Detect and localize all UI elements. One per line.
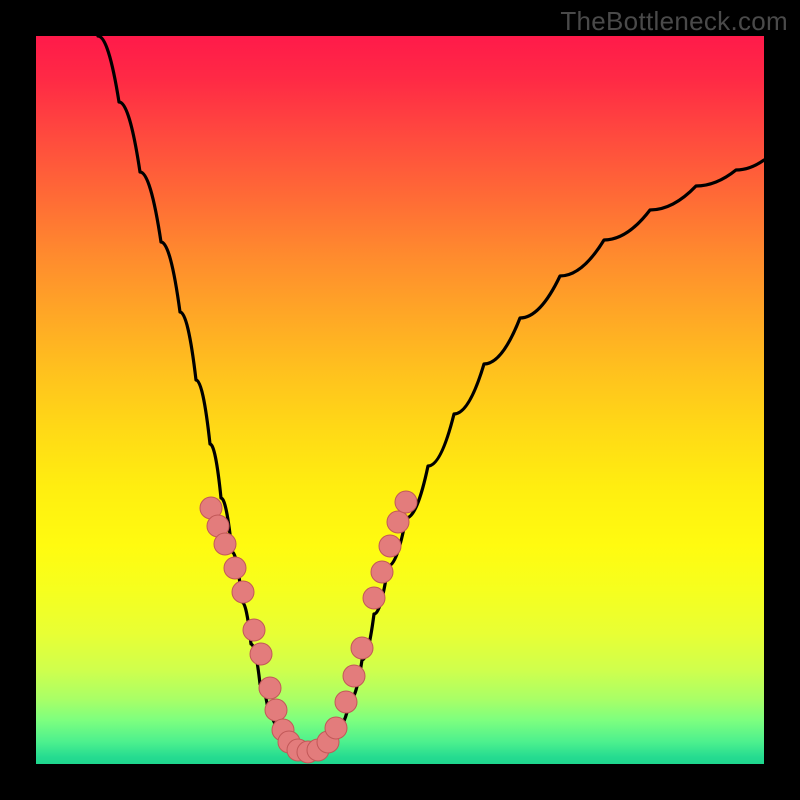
curve-segment [98, 36, 306, 754]
data-dot [214, 533, 236, 555]
data-dot [232, 581, 254, 603]
data-dot [265, 699, 287, 721]
plot-area [36, 36, 764, 764]
data-dot [243, 619, 265, 641]
data-dot [379, 535, 401, 557]
data-dot [395, 491, 417, 513]
data-dot [387, 511, 409, 533]
watermark-text: TheBottleneck.com [560, 6, 788, 37]
curve-segment [306, 160, 764, 754]
data-dot [224, 557, 246, 579]
data-dot [351, 637, 373, 659]
data-dot [335, 691, 357, 713]
outer-frame: TheBottleneck.com [0, 0, 800, 800]
data-dot [371, 561, 393, 583]
data-dot [259, 677, 281, 699]
curve-layer [36, 36, 764, 764]
data-dot [343, 665, 365, 687]
data-dot [250, 643, 272, 665]
data-dot [363, 587, 385, 609]
data-dots [200, 491, 417, 763]
bottleneck-curve [98, 36, 764, 754]
data-dot [325, 717, 347, 739]
